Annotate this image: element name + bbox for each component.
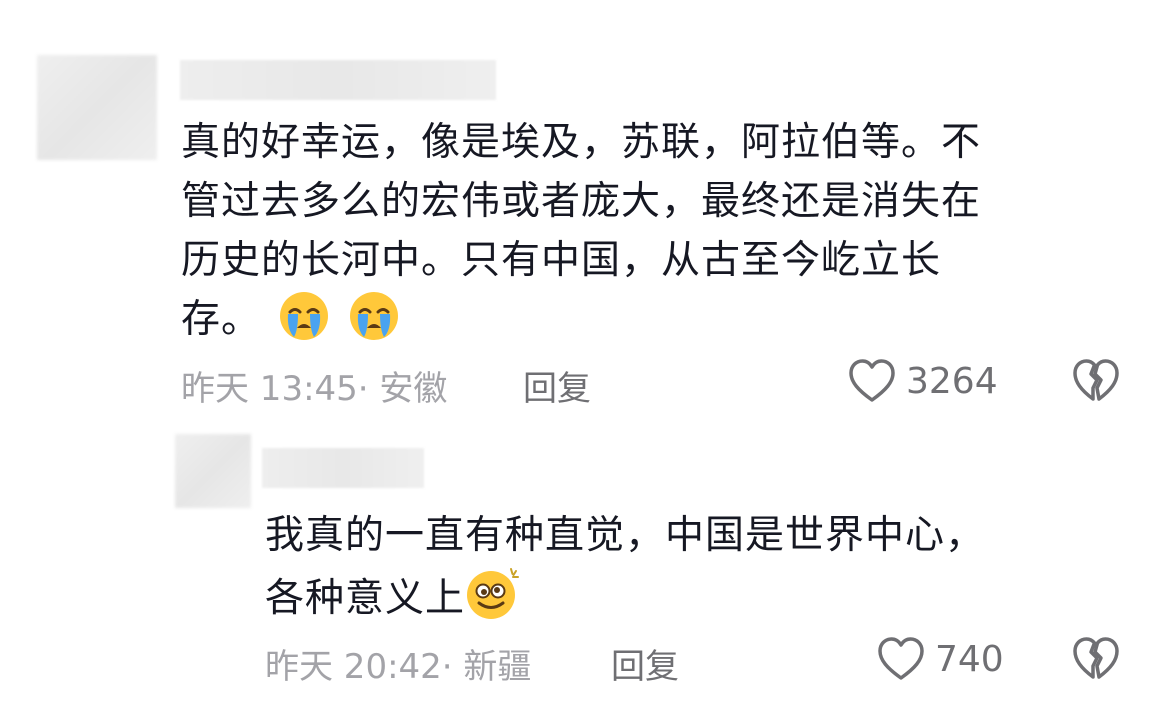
avatar[interactable] (37, 55, 157, 160)
like-button[interactable]: 3264 (848, 358, 998, 404)
comment-meta: 昨天 20:42· 新疆 (265, 639, 531, 688)
dislike-button[interactable] (1072, 636, 1120, 686)
timestamp: 昨天 13:45 (181, 369, 358, 409)
comment-line-last: 各种意义上 (265, 565, 1145, 628)
location: · 安徽 (357, 369, 448, 409)
broken-heart-icon (1073, 359, 1119, 401)
comment-line-last: 存。 (181, 290, 1141, 349)
comment-2: 我真的一直有种直觉，中国是世界中心， 各种意义上 昨天 20:42· 新疆 回复 (0, 420, 1170, 703)
comment-text: 我真的一直有种直觉，中国是世界中心， 各种意义上 (265, 506, 1145, 628)
like-count: 3264 (906, 360, 998, 402)
crying-face-emoji (348, 290, 400, 342)
comment-line: 存。 (181, 297, 262, 342)
heart-icon (849, 359, 895, 402)
timestamp: 昨天 20:42 (265, 647, 442, 687)
dislike-button[interactable] (1072, 358, 1120, 408)
dizzy-smile-emoji (465, 565, 520, 619)
comment-1: 真的好幸运，像是埃及，苏联，阿拉伯等。不 管过去多么的宏伟或者庞大，最终还是消失… (0, 0, 1170, 420)
broken-heart-icon (1073, 637, 1119, 679)
comment-line: 历史的长河中。只有中国，从古至今屹立长 (181, 238, 942, 283)
reply-button[interactable]: 回复 (611, 639, 679, 688)
location: · 新疆 (441, 647, 532, 687)
comment-text: 真的好幸运，像是埃及，苏联，阿拉伯等。不 管过去多么的宏伟或者庞大，最终还是消失… (181, 113, 1141, 349)
comment-line: 管过去多么的宏伟或者庞大，最终还是消失在 (181, 179, 982, 224)
like-button[interactable]: 740 (877, 636, 1004, 682)
comment-meta: 昨天 13:45· 安徽 (181, 361, 447, 410)
comment-line: 各种意义上 (265, 576, 466, 621)
heart-icon (878, 637, 924, 680)
avatar[interactable] (175, 434, 251, 508)
username[interactable] (180, 60, 496, 100)
username[interactable] (262, 448, 424, 488)
like-count: 740 (935, 638, 1004, 680)
reply-button[interactable]: 回复 (523, 361, 591, 410)
comment-line: 真的好幸运，像是埃及，苏联，阿拉伯等。不 (181, 120, 982, 165)
crying-face-emoji (278, 290, 330, 342)
comment-line: 我真的一直有种直觉，中国是世界中心， (265, 513, 986, 558)
